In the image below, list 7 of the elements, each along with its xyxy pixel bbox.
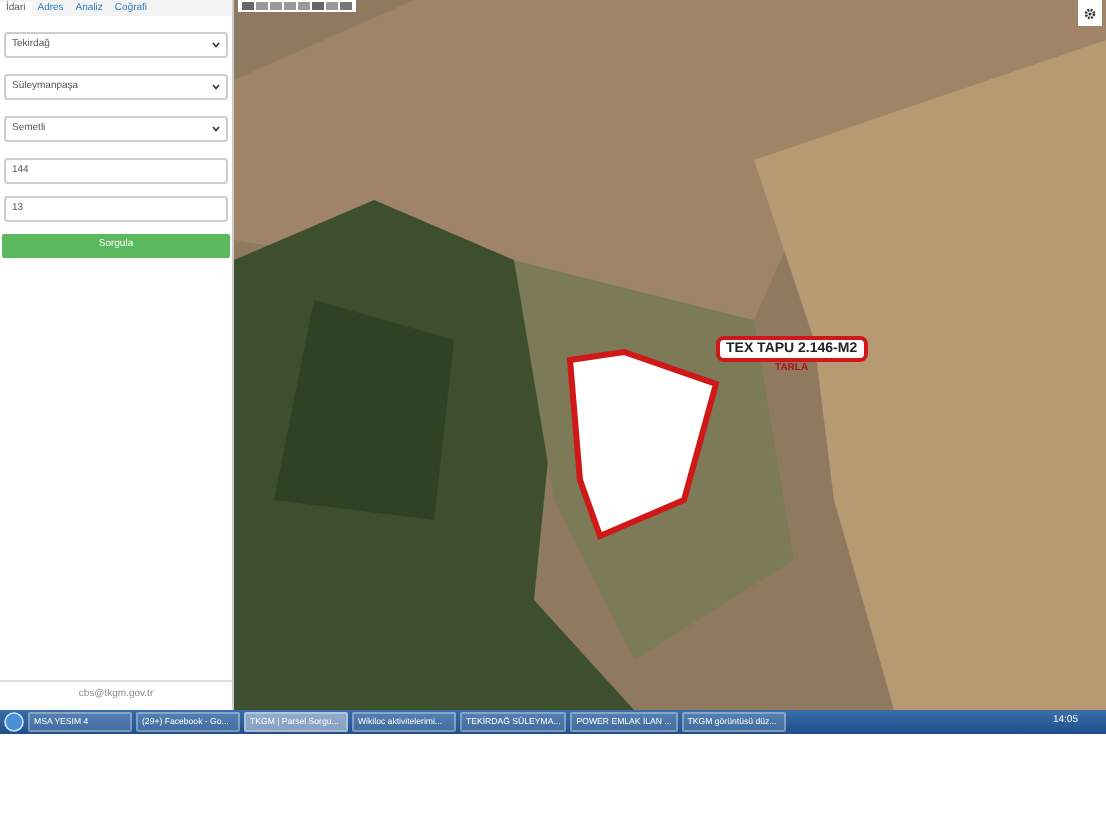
start-button[interactable] bbox=[4, 712, 24, 732]
settings-icon bbox=[1084, 7, 1096, 19]
map-toolbar bbox=[238, 0, 356, 12]
chevron-icon bbox=[212, 84, 220, 90]
settings-button[interactable] bbox=[1078, 0, 1102, 26]
chevron-icon bbox=[212, 126, 220, 132]
chevron-icon bbox=[212, 42, 220, 48]
